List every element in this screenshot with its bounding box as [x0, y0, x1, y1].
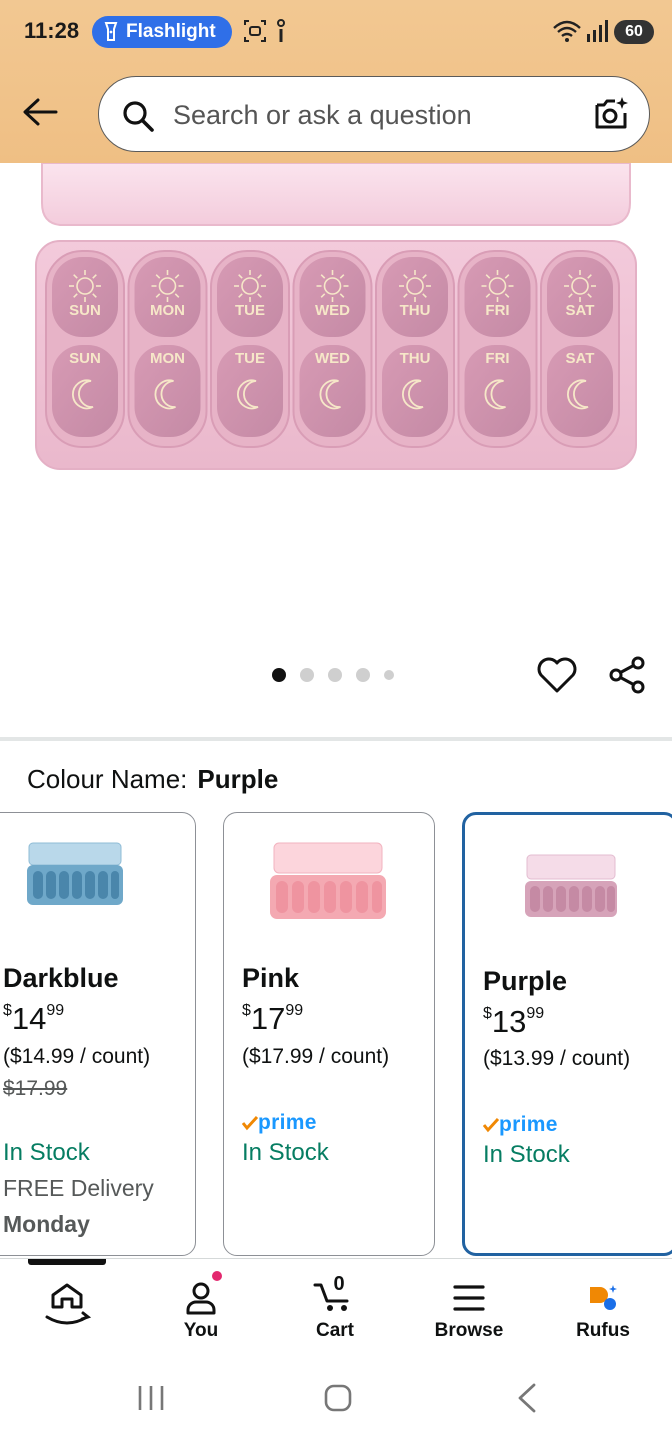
compartment-tue: TUE TUE	[210, 250, 290, 448]
prime-check-icon	[242, 1115, 258, 1131]
swatch-stock-status: In Stock	[483, 1141, 570, 1168]
carousel-dot[interactable]	[300, 668, 314, 682]
menu-icon	[453, 1285, 485, 1311]
swatch-thumbnail	[270, 842, 386, 919]
bottom-navigation: You 0 Cart Browse Rufus	[0, 1258, 672, 1356]
swatch-price: $1799	[242, 1001, 304, 1036]
nav-cart[interactable]: 0 Cart	[268, 1259, 402, 1357]
flashlight-pill[interactable]: Flashlight	[92, 16, 232, 48]
nav-you[interactable]: You	[134, 1259, 268, 1357]
swatch-delivery: FREE Delivery	[3, 1175, 154, 1201]
flashlight-icon	[104, 22, 118, 41]
search-input[interactable]	[173, 97, 573, 133]
carousel-dot[interactable]	[356, 668, 370, 682]
flashlight-label: Flashlight	[126, 21, 216, 42]
wifi-icon	[553, 20, 581, 42]
status-bar: 11:28 Flashlight 60	[0, 0, 672, 64]
nav-label: Cart	[315, 1320, 354, 1341]
camera-search-icon[interactable]	[591, 95, 631, 135]
nav-label: Browse	[434, 1320, 504, 1341]
day-label: WED	[315, 302, 350, 319]
carousel-dot[interactable]	[272, 668, 286, 682]
day-label: TUE	[235, 350, 265, 367]
swatch-name: Darkblue	[3, 963, 119, 993]
search-bar[interactable]	[98, 76, 650, 152]
day-label: SAT	[566, 302, 595, 319]
swatch-delivery-day: Monday	[3, 1211, 90, 1237]
signal-icon	[587, 20, 608, 42]
carousel-dot[interactable]	[328, 668, 342, 682]
product-image[interactable]: SUN SUN MON MON TUE TUE WED WED THU THU FRI FRI SAT S…	[0, 162, 672, 643]
swatch-thumbnail	[27, 842, 123, 905]
nav-home[interactable]	[0, 1259, 134, 1357]
back-button[interactable]	[18, 90, 62, 134]
nav-rufus[interactable]: Rufus	[536, 1259, 670, 1357]
cart-count: 0	[333, 1273, 345, 1295]
swatch-stock-status: In Stock	[3, 1139, 90, 1166]
share-icon[interactable]	[606, 654, 648, 696]
rufus-icon	[590, 1285, 617, 1310]
swatch-unit-price: ($14.99 / count)	[3, 1045, 151, 1068]
swatch-thumbnail	[525, 854, 617, 917]
swatch-card-darkblue[interactable]: Darkblue $1499 ($14.99 / count) $17.99 I…	[0, 812, 196, 1256]
compartment-fri: FRI FRI	[457, 250, 538, 448]
compartment-wed: WED WED	[292, 250, 373, 448]
home-icon	[45, 1283, 92, 1325]
status-time: 11:28	[24, 18, 80, 43]
person-icon	[186, 1282, 216, 1315]
search-icon	[123, 101, 154, 132]
recent-apps-icon[interactable]	[134, 1382, 168, 1414]
day-label: THU	[400, 350, 431, 367]
system-navigation-bar	[0, 1356, 672, 1440]
compartment-sat: SAT SAT	[540, 250, 620, 448]
prime-label: prime	[499, 1113, 558, 1136]
swatch-name: Pink	[242, 963, 300, 993]
day-label: TUE	[235, 302, 265, 319]
screenshot-icon	[244, 20, 266, 42]
battery-indicator: 60	[614, 20, 654, 44]
carousel-dot[interactable]	[384, 670, 394, 680]
compartment-mon: MON MON	[127, 250, 208, 448]
prime-check-icon	[483, 1117, 499, 1133]
swatch-unit-price: ($13.99 / count)	[483, 1047, 631, 1070]
section-divider	[0, 737, 672, 741]
swatch-unit-price: ($17.99 / count)	[242, 1045, 390, 1068]
swatch-card-pink[interactable]: Pink $1799 ($17.99 / count) prime In Sto…	[223, 812, 435, 1256]
day-label: MON	[150, 350, 185, 367]
prime-label: prime	[258, 1111, 317, 1134]
swatch-list-price: $17.99	[3, 1077, 68, 1100]
swatch-price: $1399	[483, 1004, 545, 1039]
day-label: WED	[315, 350, 350, 367]
day-label: SUN	[69, 302, 101, 319]
carousel-dots[interactable]	[272, 668, 394, 682]
prime-badge: prime	[483, 1113, 558, 1137]
nav-browse[interactable]: Browse	[402, 1259, 536, 1357]
colour-name-row: Colour Name: Purple	[27, 764, 278, 795]
pill-organizer-image: SUNSUNMONMONTUETUEWEDWEDTHUTHUFRIFRISATS…	[35, 162, 637, 470]
back-nav-icon[interactable]	[514, 1382, 540, 1414]
info-icon	[277, 19, 285, 42]
day-label: FRI	[485, 302, 509, 319]
swatch-card-purple[interactable]: Purple $1399 ($13.99 / count) prime In S…	[462, 812, 672, 1256]
swatch-price: $1499	[3, 1001, 65, 1036]
day-label: SAT	[566, 350, 595, 367]
day-label: FRI	[485, 350, 509, 367]
day-label: MON	[150, 302, 185, 319]
nav-label: You	[183, 1320, 219, 1341]
compartment-sun: SUN SUN	[45, 250, 125, 448]
colour-name-value: Purple	[197, 764, 279, 794]
prime-badge: prime	[242, 1111, 317, 1135]
home-button-icon[interactable]	[322, 1382, 354, 1414]
day-label: THU	[400, 302, 431, 319]
notification-dot	[212, 1271, 222, 1281]
day-label: SUN	[69, 350, 101, 367]
top-header: 11:28 Flashlight 60	[0, 0, 672, 163]
arrow-left-icon	[23, 98, 58, 126]
heart-icon[interactable]	[536, 654, 578, 696]
colour-name-label: Colour Name:	[27, 764, 188, 794]
swatch-name: Purple	[483, 966, 568, 996]
swatch-stock-status: In Stock	[242, 1139, 329, 1166]
nav-label: Rufus	[576, 1320, 630, 1341]
compartment-thu: THU THU	[375, 250, 455, 448]
